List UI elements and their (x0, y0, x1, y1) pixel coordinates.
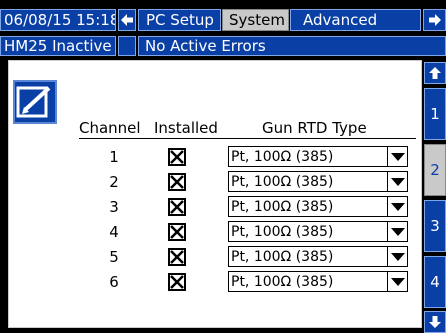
arrow-down-icon (429, 316, 441, 328)
dropdown-arrow-icon[interactable] (387, 147, 407, 166)
dropdown-value: Pt, 100Ω (385) (231, 224, 334, 240)
header-divider (79, 138, 416, 139)
check-x-icon (170, 225, 184, 239)
dropdown-arrow-icon[interactable] (387, 272, 407, 291)
table-row: 1 Pt, 100Ω (385) (9, 145, 423, 169)
dropdown-arrow-icon[interactable] (387, 172, 407, 191)
column-header-installed: Installed (154, 119, 218, 137)
dropdown-arrow-icon[interactable] (387, 247, 407, 266)
column-header-gun-rtd-type: Gun RTD Type (262, 119, 367, 137)
check-x-icon (170, 150, 184, 164)
table-row: 3 Pt, 100Ω (385) (9, 195, 423, 219)
arrow-right-icon (428, 14, 441, 26)
page-tab-3[interactable]: 3 (424, 200, 446, 252)
channel-number: 4 (109, 223, 119, 241)
channel-number: 3 (109, 198, 119, 216)
status-spacer (118, 36, 136, 56)
prev-screen-button[interactable] (118, 9, 136, 31)
installed-checkbox[interactable] (168, 223, 186, 241)
tab-system[interactable]: System (222, 9, 289, 31)
datetime-display: 06/08/15 15:18 (0, 9, 116, 31)
page-tab-1[interactable]: 1 (424, 88, 446, 140)
installed-checkbox[interactable] (168, 248, 186, 266)
gun-rtd-type-dropdown[interactable]: Pt, 100Ω (385) (228, 246, 408, 267)
page-scrollbar: 1 2 3 4 (424, 60, 446, 333)
installed-checkbox[interactable] (168, 198, 186, 216)
dropdown-value: Pt, 100Ω (385) (231, 174, 334, 190)
tab-advanced[interactable]: Advanced (290, 9, 421, 31)
dropdown-value: Pt, 100Ω (385) (231, 149, 334, 165)
scroll-up-button[interactable] (424, 62, 446, 84)
check-x-icon (170, 250, 184, 264)
installed-checkbox[interactable] (168, 273, 186, 291)
page-tab-4[interactable]: 4 (424, 256, 446, 308)
system-status: HM25 Inactive (0, 36, 116, 56)
channel-number: 6 (109, 273, 119, 291)
edit-button[interactable] (13, 80, 57, 124)
installed-checkbox[interactable] (168, 173, 186, 191)
dropdown-value: Pt, 100Ω (385) (231, 274, 334, 290)
arrow-up-icon (429, 67, 441, 79)
arrow-left-icon (121, 14, 133, 26)
scroll-down-button[interactable] (424, 311, 446, 333)
channel-number: 2 (109, 173, 119, 191)
channel-number: 5 (109, 248, 119, 266)
check-x-icon (170, 200, 184, 214)
dropdown-arrow-icon[interactable] (387, 222, 407, 241)
gun-rtd-type-dropdown[interactable]: Pt, 100Ω (385) (228, 171, 408, 192)
check-x-icon (170, 175, 184, 189)
column-header-channel: Channel (79, 119, 141, 137)
edit-icon (16, 86, 51, 118)
table-row: 6 Pt, 100Ω (385) (9, 270, 423, 294)
gun-rtd-type-dropdown[interactable]: Pt, 100Ω (385) (228, 221, 408, 242)
channel-number: 1 (109, 148, 119, 166)
dropdown-value: Pt, 100Ω (385) (231, 249, 334, 265)
table-row: 2 Pt, 100Ω (385) (9, 170, 423, 194)
error-status: No Active Errors (138, 36, 446, 56)
main-panel: Channel Installed Gun RTD Type 1 Pt, 100… (8, 60, 422, 328)
gun-rtd-type-dropdown[interactable]: Pt, 100Ω (385) (228, 271, 408, 292)
dropdown-value: Pt, 100Ω (385) (231, 199, 334, 215)
page-tab-2[interactable]: 2 (424, 144, 446, 196)
gun-rtd-type-dropdown[interactable]: Pt, 100Ω (385) (228, 196, 408, 217)
top-bar: 06/08/15 15:18 PC Setup System Advanced … (0, 0, 446, 58)
dropdown-arrow-icon[interactable] (387, 197, 407, 216)
next-screen-button[interactable] (423, 9, 446, 31)
table-row: 5 Pt, 100Ω (385) (9, 245, 423, 269)
gun-rtd-type-dropdown[interactable]: Pt, 100Ω (385) (228, 146, 408, 167)
tab-pc-setup[interactable]: PC Setup (138, 9, 221, 31)
check-x-icon (170, 275, 184, 289)
table-row: 4 Pt, 100Ω (385) (9, 220, 423, 244)
installed-checkbox[interactable] (168, 148, 186, 166)
